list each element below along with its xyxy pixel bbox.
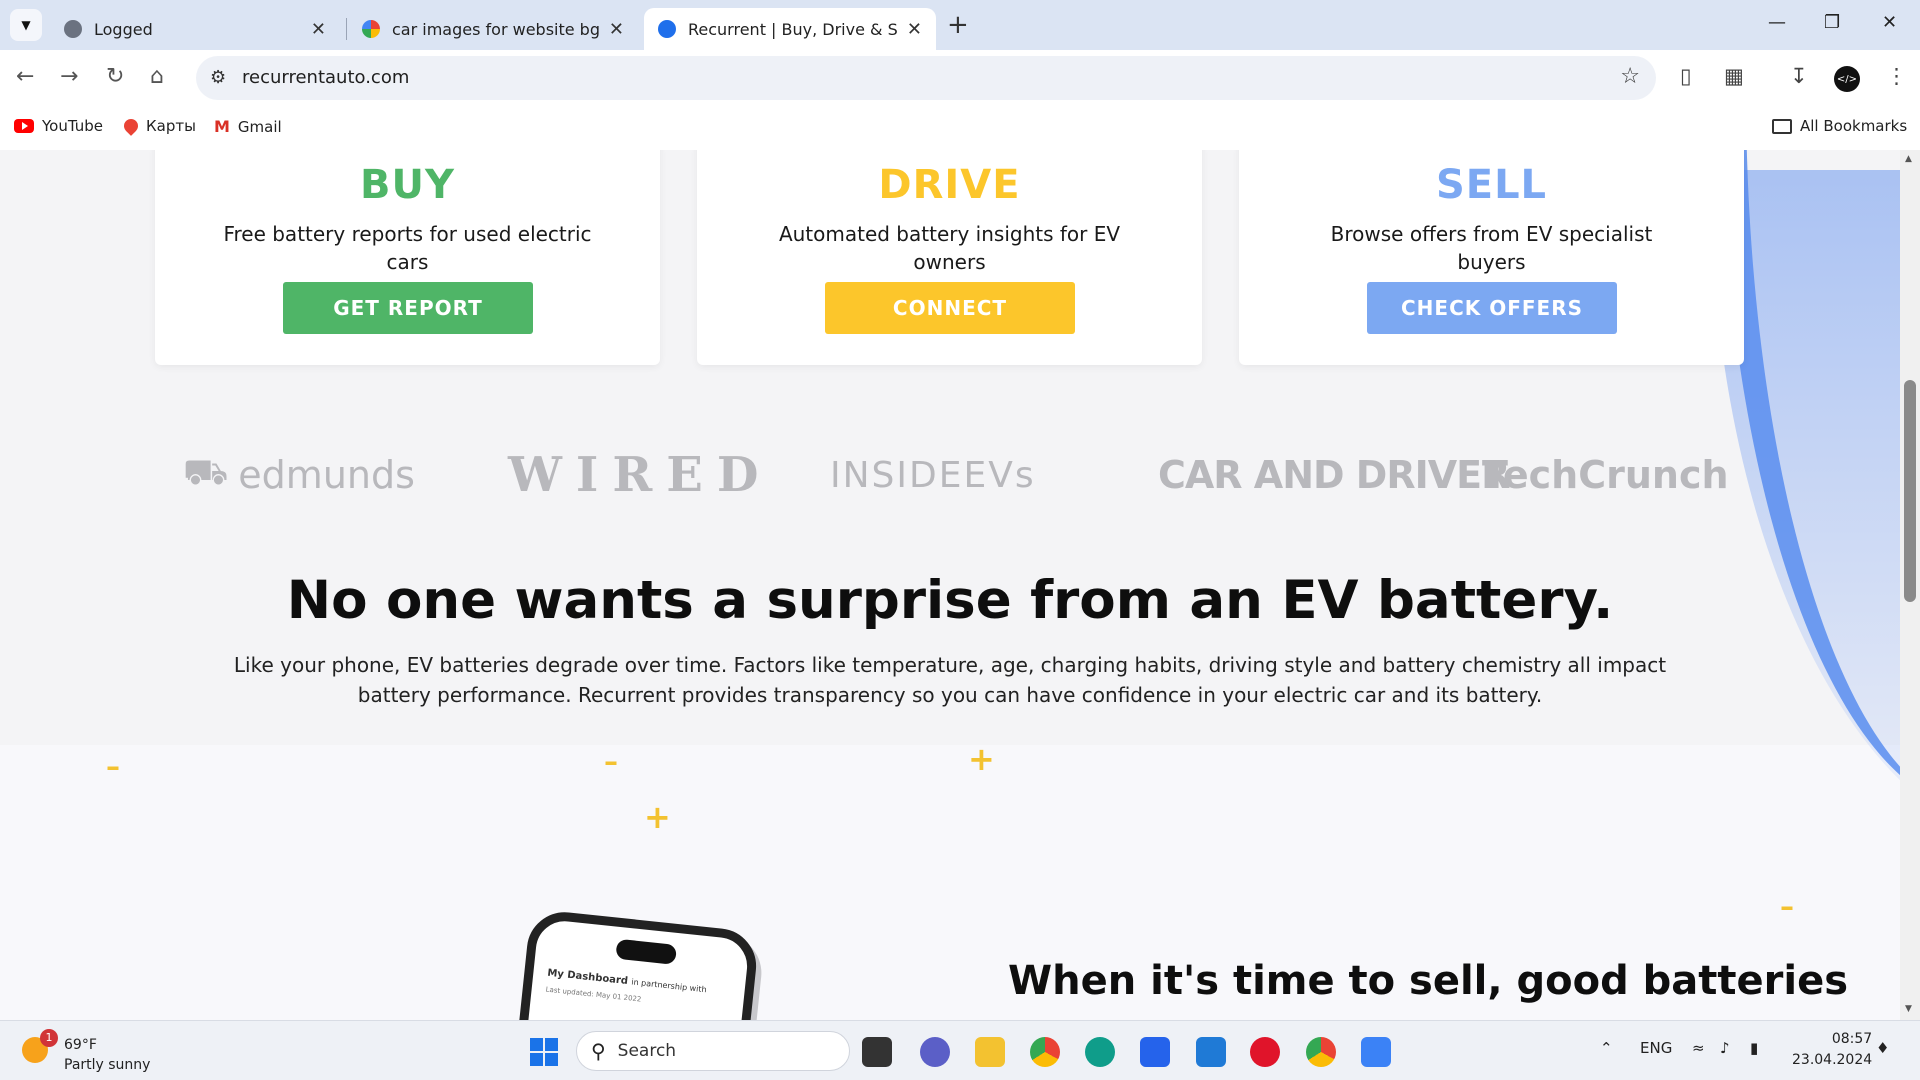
drive-description: Automated battery insights for EV owners (778, 222, 1121, 274)
edge-icon[interactable] (1085, 1037, 1115, 1067)
decor-minus: – (604, 745, 618, 778)
hero-heading: No one wants a surprise from an EV batte… (286, 570, 1614, 631)
car-icon: ⛟ (183, 452, 229, 493)
system-clock[interactable]: 08:57 23.04.2024 (1792, 1029, 1872, 1071)
tab-search-button[interactable]: ▼ (10, 9, 42, 41)
paint-icon[interactable] (1361, 1037, 1391, 1067)
store-icon[interactable] (1140, 1037, 1170, 1067)
tab-logged[interactable]: Logged ✕ (50, 8, 340, 50)
chrome-icon[interactable] (1030, 1037, 1060, 1067)
taskbar-search[interactable]: ⚲ Search (576, 1031, 850, 1071)
notification-badge: 1 (40, 1029, 58, 1047)
reload-icon[interactable]: ↻ (106, 64, 124, 89)
check-offers-button[interactable]: CHECK OFFERS (1367, 282, 1617, 334)
opera-icon[interactable] (1250, 1037, 1280, 1067)
restore-icon[interactable]: ❐ (1824, 12, 1840, 33)
language-indicator[interactable]: ENG (1640, 1039, 1672, 1057)
close-tab-icon[interactable]: ✕ (907, 19, 922, 40)
globe-icon (64, 20, 82, 38)
sell-section-heading: When it's time to sell, good batteries (1008, 958, 1849, 1004)
google-icon (362, 20, 380, 38)
tray-overflow-icon[interactable]: ⌃ (1600, 1039, 1613, 1057)
sell-heading: SELL (1435, 162, 1548, 208)
buy-heading: BUY (360, 162, 455, 208)
minimize-icon[interactable]: — (1768, 12, 1786, 33)
connect-button[interactable]: CONNECT (825, 282, 1075, 334)
gmail-icon: M (214, 117, 230, 136)
bookmark-gmail[interactable]: M Gmail (214, 117, 282, 136)
download-icon[interactable]: ↧ (1790, 64, 1808, 88)
wifi-icon[interactable]: ≈ (1692, 1039, 1705, 1057)
site-info-icon[interactable]: ⚙ (210, 67, 226, 88)
back-icon[interactable]: ← (16, 64, 34, 89)
decor-minus: – (106, 750, 120, 783)
more-menu-icon[interactable]: ⋮ (1886, 64, 1907, 88)
close-window-icon[interactable]: ✕ (1882, 12, 1897, 33)
notification-bell-icon[interactable]: ♦ (1876, 1039, 1889, 1057)
new-tab-button[interactable]: + (947, 10, 969, 40)
scrollbar-thumb[interactable] (1904, 380, 1916, 602)
tab-recurrent[interactable]: Recurrent | Buy, Drive & Sell El ✕ (644, 8, 936, 50)
bookmark-star-icon[interactable]: ☆ (1620, 64, 1640, 89)
forward-icon[interactable]: → (60, 64, 78, 89)
home-icon[interactable]: ⌂ (150, 64, 164, 89)
windows-taskbar: 1 69°F Partly sunny ⚲ Search ⌃ ENG ≈ ♪ ▮… (0, 1020, 1920, 1080)
bookmarks-bar: YouTube Карты M Gmail All Bookmarks (0, 106, 1920, 150)
tab-divider (346, 18, 347, 40)
weather-desc: Partly sunny (64, 1057, 151, 1073)
decor-plus: + (968, 740, 995, 778)
chrome-dev-icon[interactable] (1306, 1037, 1336, 1067)
browser-toolbar: ← → ↻ ⌂ ⚙ recurrentauto.com ☆ ▯ ▦ ↧ ⋮ (0, 50, 1920, 106)
tab-strip: ▼ Logged ✕ car images for website bg non… (0, 0, 1920, 50)
teams-icon[interactable] (920, 1037, 950, 1067)
file-explorer-icon[interactable] (975, 1037, 1005, 1067)
sell-description: Browse offers from EV specialist buyers (1330, 222, 1653, 274)
edmunds-logo: ⛟ edmunds (183, 452, 415, 497)
task-view-icon[interactable] (862, 1037, 892, 1067)
tab-google-search[interactable]: car images for website bg non ✕ (348, 8, 638, 50)
page-scrollbar[interactable]: ▲ ▼ (1900, 150, 1920, 1020)
start-button[interactable] (530, 1038, 558, 1066)
extensions-icon[interactable]: ▦ (1724, 64, 1744, 88)
decor-minus: – (1780, 890, 1794, 923)
battery-icon[interactable]: ▮ (1750, 1039, 1758, 1057)
web-page: BUY Free battery reports for used electr… (0, 150, 1900, 1020)
youtube-icon (14, 119, 34, 133)
decor-plus: + (644, 798, 671, 836)
get-report-button[interactable]: GET REPORT (283, 282, 533, 334)
close-tab-icon[interactable]: ✕ (609, 19, 624, 40)
volume-icon[interactable]: ♪ (1720, 1039, 1730, 1057)
folder-icon (1772, 118, 1792, 134)
sell-card: SELL Browse offers from EV specialist bu… (1239, 150, 1744, 365)
close-tab-icon[interactable]: ✕ (311, 19, 326, 40)
url-text[interactable]: recurrentauto.com (242, 67, 409, 88)
insideevs-logo: INSIDEEVs (830, 454, 1036, 496)
weather-temp: 69°F (64, 1037, 97, 1053)
phone-notch (615, 938, 678, 965)
chevron-down-icon: ▼ (21, 18, 31, 32)
techcrunch-logo: TechCrunch (1482, 453, 1729, 497)
recurrent-logo-icon (658, 20, 676, 38)
buy-description: Free battery reports for used electric c… (223, 222, 592, 274)
phone-updated-text: Last updated: May 01 2022 (545, 985, 642, 1004)
all-bookmarks-button[interactable]: All Bookmarks (1772, 117, 1907, 135)
scroll-up-icon[interactable]: ▲ (1905, 154, 1912, 164)
wired-logo: WIRED (508, 447, 773, 503)
reading-list-icon[interactable]: ▯ (1680, 64, 1692, 88)
bookmark-youtube[interactable]: YouTube (14, 117, 103, 135)
bookmark-maps[interactable]: Карты (121, 116, 196, 136)
address-bar[interactable]: ⚙ recurrentauto.com ☆ (196, 56, 1656, 100)
vscode-icon[interactable] (1196, 1037, 1226, 1067)
maps-pin-icon (121, 116, 141, 136)
hero-text: Like your phone, EV batteries degrade ov… (233, 653, 1667, 707)
scroll-down-icon[interactable]: ▼ (1905, 1004, 1912, 1014)
search-icon: ⚲ (591, 1039, 606, 1063)
profile-avatar[interactable]: </> (1834, 66, 1860, 92)
buy-card: BUY Free battery reports for used electr… (155, 150, 660, 365)
drive-heading: DRIVE (878, 162, 1021, 208)
car-and-driver-logo: CAR AND DRIVER (1158, 453, 1510, 497)
drive-card: DRIVE Automated battery insights for EV … (697, 150, 1202, 365)
